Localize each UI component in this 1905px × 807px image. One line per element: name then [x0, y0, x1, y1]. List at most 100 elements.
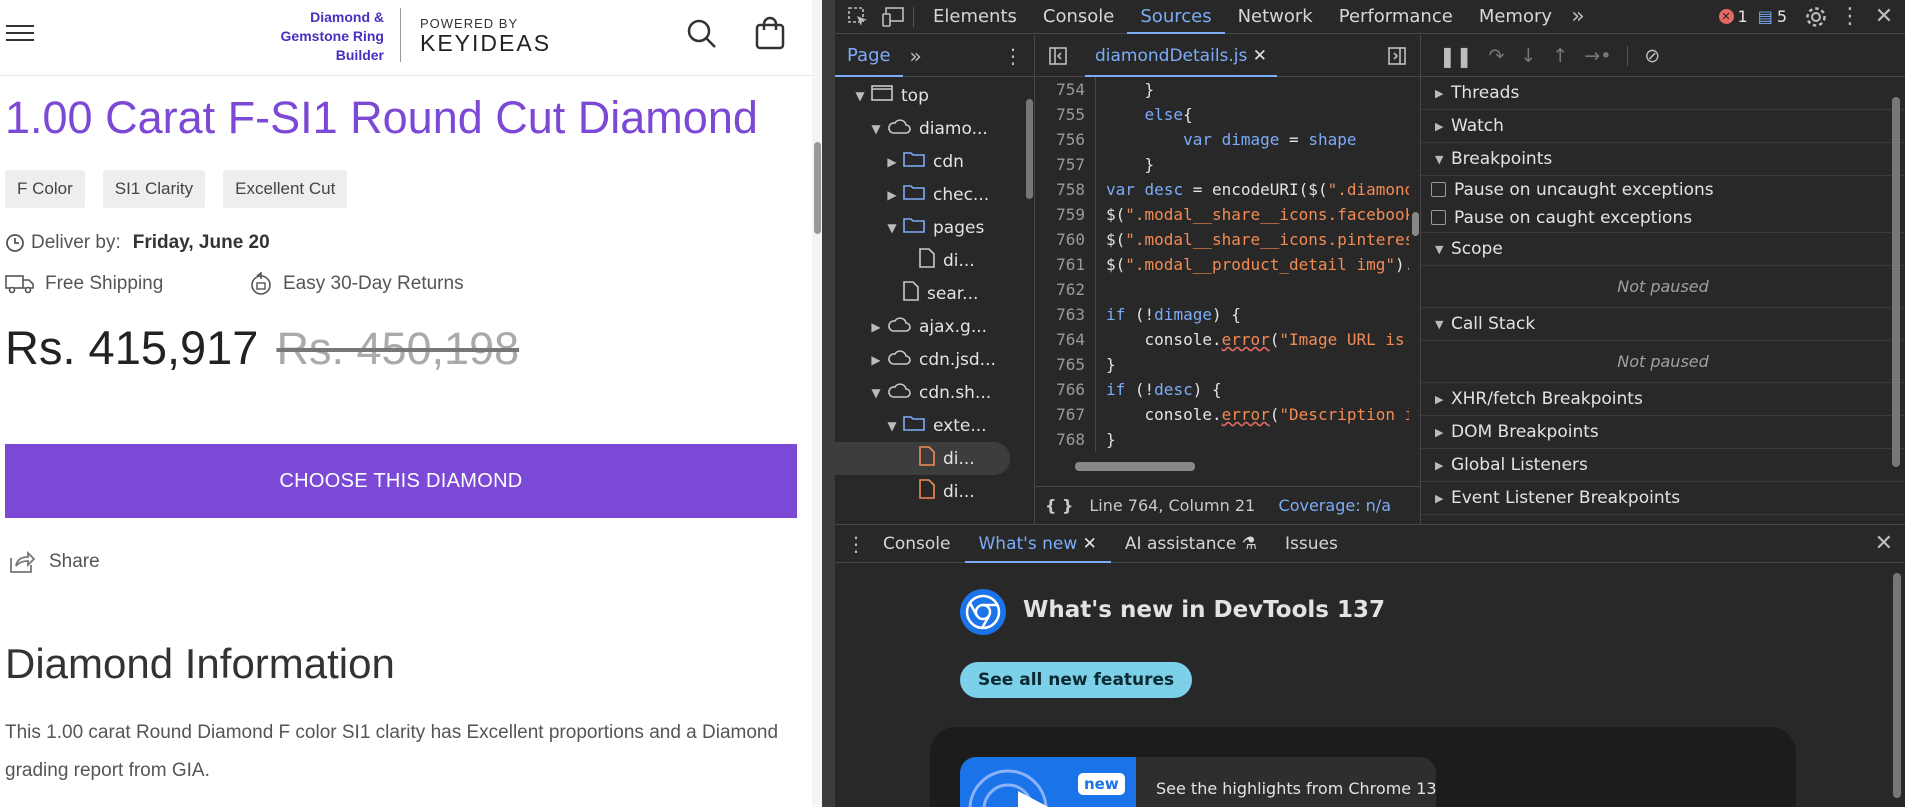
xhr-breakpoints-section[interactable]: ▶ XHR/fetch Breakpoints — [1421, 383, 1905, 416]
code-line[interactable]: 754 } — [1035, 77, 1409, 102]
issue-counters[interactable]: ✕ 1 ▤ 5 — [1718, 7, 1787, 26]
tree-item[interactable]: ▶ ajax.g... — [835, 310, 1025, 343]
tree-item[interactable]: ▼ diamo... — [835, 112, 1025, 145]
tree-item[interactable]: ▼ cdn.sh... — [835, 376, 1025, 409]
close-tab-icon[interactable]: ✕ — [1083, 534, 1097, 554]
global-listeners-section[interactable]: ▶ Global Listeners — [1421, 449, 1905, 482]
tree-item[interactable]: di... — [835, 442, 1010, 475]
tree-item[interactable]: ▼ top — [835, 79, 1025, 112]
tree-item[interactable]: sear... — [835, 277, 1025, 310]
line-number[interactable]: 763 — [1035, 302, 1095, 327]
drawer-menu-icon[interactable]: ⋮ — [843, 531, 869, 557]
search-icon[interactable] — [686, 18, 718, 50]
tree-item[interactable]: ▶ cdn.jsd... — [835, 343, 1025, 376]
code-line[interactable]: 763 if (!dimage) { — [1035, 302, 1409, 327]
navigator-menu-icon[interactable]: ⋮ — [1000, 43, 1026, 69]
tree-arrow-icon[interactable]: ▼ — [885, 419, 899, 433]
line-number[interactable]: 756 — [1035, 127, 1095, 152]
line-number[interactable]: 758 — [1035, 177, 1095, 202]
line-number[interactable]: 768 — [1035, 427, 1095, 452]
breakpoints-section[interactable]: ▼ Breakpoints — [1421, 143, 1905, 176]
settings-gear-icon[interactable] — [1803, 4, 1829, 30]
tree-arrow-icon[interactable]: ▼ — [869, 386, 883, 400]
tab-sources[interactable]: Sources — [1127, 0, 1225, 34]
step-out-icon[interactable]: ↑ — [1552, 45, 1568, 67]
see-all-features-button[interactable]: See all new features — [960, 662, 1193, 698]
code-line[interactable]: 768} — [1035, 427, 1409, 452]
drawer-tab-issues[interactable]: Issues — [1271, 525, 1352, 563]
tree-item[interactable]: di... — [835, 475, 1025, 508]
code-lines[interactable]: 754 } 755 else{756 var dimage = shape 757 … — [1035, 77, 1409, 457]
inspect-element-icon[interactable] — [845, 4, 871, 30]
pause-caught-checkbox[interactable]: Pause on caught exceptions — [1421, 203, 1905, 233]
drawer-tab-ai-assistance[interactable]: AI assistance ⚗ — [1111, 525, 1271, 563]
choose-diamond-button[interactable]: CHOOSE THIS DIAMOND — [5, 444, 797, 518]
coverage-status[interactable]: Coverage: n/a — [1279, 496, 1391, 515]
line-number[interactable]: 766 — [1035, 377, 1095, 402]
tab-network[interactable]: Network — [1225, 0, 1326, 34]
drawer-tab-whats-new[interactable]: What's new ✕ — [964, 525, 1112, 563]
share-button[interactable]: Share — [9, 550, 100, 574]
code-line[interactable]: 761$(".modal__product_detail img").attr(… — [1035, 252, 1409, 277]
tab-performance[interactable]: Performance — [1326, 0, 1466, 34]
brand-logo-text[interactable]: Diamond & Gemstone Ring Builder — [254, 8, 384, 65]
tree-arrow-icon[interactable]: ▶ — [869, 320, 883, 334]
code-line[interactable]: 767 console.error("Description is undefi… — [1035, 402, 1409, 427]
tree-item[interactable]: ▶ chec... — [835, 178, 1025, 211]
call-stack-section[interactable]: ▼ Call Stack — [1421, 308, 1905, 341]
editor-horizontal-scrollbar[interactable] — [1035, 457, 1409, 475]
drawer-tab-console[interactable]: Console — [869, 525, 965, 563]
editor-vertical-scrollbar[interactable] — [1409, 77, 1421, 457]
navigator-scrollbar[interactable] — [1023, 79, 1035, 524]
toggle-navigator-icon[interactable] — [1045, 43, 1071, 69]
tab-console[interactable]: Console — [1030, 0, 1127, 34]
tab-elements[interactable]: Elements — [920, 0, 1030, 34]
threads-section[interactable]: ▶ Threads — [1421, 77, 1905, 110]
line-number[interactable]: 759 — [1035, 202, 1095, 227]
scope-section[interactable]: ▼ Scope — [1421, 233, 1905, 266]
debugger-scrollbar[interactable] — [1889, 77, 1903, 524]
code-line[interactable]: 760$(".modal__share__icons.pinterest").a… — [1035, 227, 1409, 252]
line-number[interactable]: 754 — [1035, 77, 1095, 102]
deactivate-breakpoints-icon[interactable]: ⊘ — [1644, 45, 1660, 67]
line-number[interactable]: 762 — [1035, 277, 1095, 302]
tree-arrow-icon[interactable]: ▼ — [869, 122, 883, 136]
pause-icon[interactable]: ❚❚ — [1439, 44, 1473, 68]
tree-arrow-icon[interactable]: ▶ — [869, 353, 883, 367]
code-line[interactable]: 759$(".modal__share__icons.facebook").at… — [1035, 202, 1409, 227]
close-devtools-icon[interactable]: ✕ — [1871, 4, 1897, 30]
tab-page[interactable]: Page — [835, 35, 903, 77]
code-line[interactable]: 762 — [1035, 277, 1409, 302]
code-line[interactable]: 765} — [1035, 352, 1409, 377]
dom-breakpoints-section[interactable]: ▶ DOM Breakpoints — [1421, 416, 1905, 449]
tree-item[interactable]: ▶ cdn — [835, 145, 1025, 178]
step-into-icon[interactable]: ↓ — [1520, 45, 1536, 67]
step-icon[interactable]: →• — [1584, 45, 1611, 67]
code-line[interactable]: 758var desc = encodeURI($(".diamond-head… — [1035, 177, 1409, 202]
tree-arrow-icon[interactable]: ▼ — [853, 89, 867, 103]
devtools-resize-handle[interactable] — [822, 0, 835, 807]
close-drawer-icon[interactable]: ✕ — [1875, 531, 1893, 556]
watch-section[interactable]: ▶ Watch — [1421, 110, 1905, 143]
tree-item[interactable]: ▼ exte... — [835, 409, 1025, 442]
code-line[interactable]: 757 } — [1035, 152, 1409, 177]
device-toolbar-icon[interactable] — [881, 4, 907, 30]
toggle-debugger-icon[interactable] — [1384, 43, 1410, 69]
line-number[interactable]: 761 — [1035, 252, 1095, 277]
line-number[interactable]: 767 — [1035, 402, 1095, 427]
tab-memory[interactable]: Memory — [1466, 0, 1565, 34]
code-line[interactable]: 755 else{ — [1035, 102, 1409, 127]
chrome-highlights-link[interactable]: new See the highlights from Chrome 137 — [960, 757, 1436, 807]
page-scrollbar[interactable] — [812, 0, 822, 807]
more-tabs-icon[interactable]: » — [1565, 4, 1591, 30]
line-number[interactable]: 765 — [1035, 352, 1095, 377]
tree-item[interactable]: ▼ pages — [835, 211, 1025, 244]
code-line[interactable]: 756 var dimage = shape — [1035, 127, 1409, 152]
tree-arrow-icon[interactable]: ▶ — [885, 188, 899, 202]
more-options-icon[interactable]: ⋮ — [1837, 4, 1863, 30]
close-tab-icon[interactable]: ✕ — [1253, 46, 1267, 66]
line-number[interactable]: 760 — [1035, 227, 1095, 252]
line-number[interactable]: 757 — [1035, 152, 1095, 177]
file-tab-diamonddetails[interactable]: diamondDetails.js ✕ — [1085, 35, 1278, 77]
code-line[interactable]: 764 console.error("Image URL is undefine… — [1035, 327, 1409, 352]
